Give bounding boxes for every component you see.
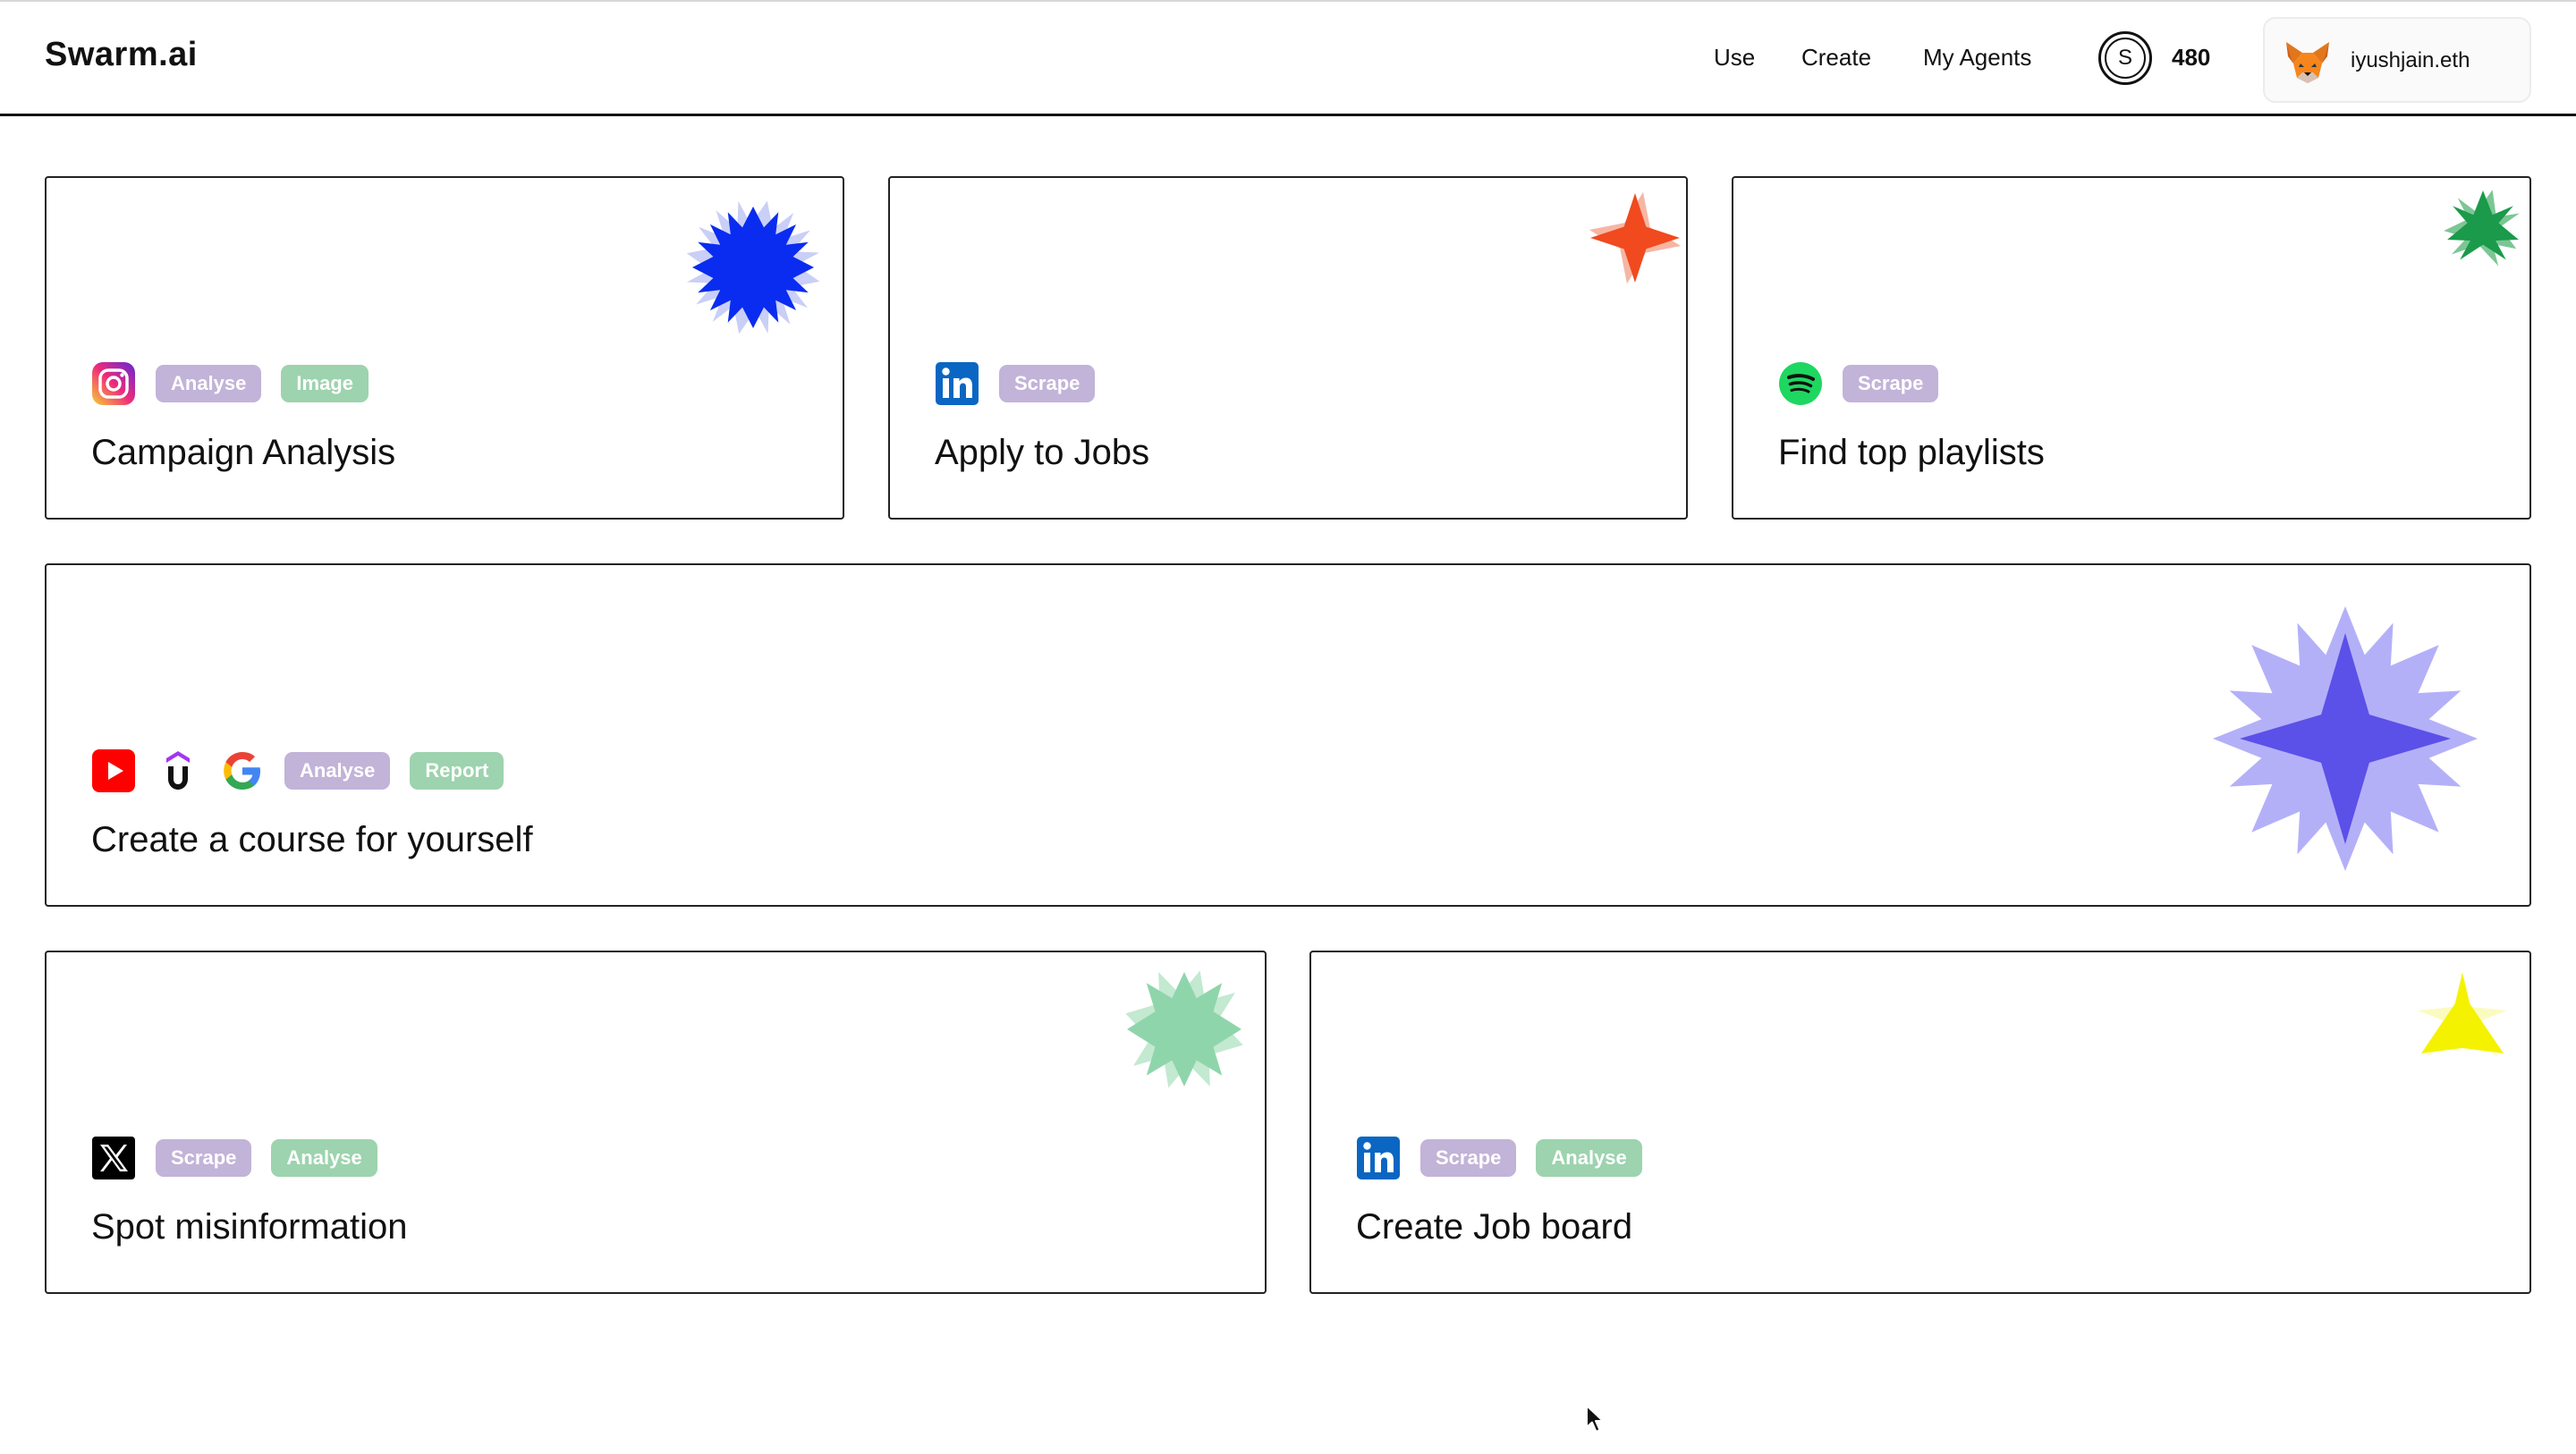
accent-star-icon bbox=[1125, 970, 1243, 1088]
tag-analyse: Analyse bbox=[156, 365, 262, 402]
agent-card-create-job-board[interactable]: Scrape Analyse Create Job board bbox=[1309, 951, 2531, 1294]
tag-analyse: Analyse bbox=[1536, 1139, 1642, 1177]
accent-star-icon bbox=[2418, 971, 2507, 1057]
app-logo[interactable]: Swarm.ai bbox=[45, 36, 198, 74]
nav-my-agents-link[interactable]: My Agents bbox=[1923, 44, 2031, 72]
card-title: Create Job board bbox=[1356, 1207, 1633, 1247]
x-icon bbox=[91, 1136, 136, 1180]
agent-card-apply-to-jobs[interactable]: Scrape Apply to Jobs bbox=[888, 176, 1688, 520]
instagram-icon bbox=[91, 361, 136, 406]
accent-star-icon bbox=[1589, 191, 1682, 284]
credits-symbol: S bbox=[2105, 38, 2146, 79]
tag-scrape: Scrape bbox=[1420, 1139, 1517, 1177]
accent-star-icon bbox=[2213, 606, 2478, 871]
tag-scrape: Scrape bbox=[156, 1139, 252, 1177]
google-icon bbox=[220, 748, 265, 793]
mouse-cursor-icon bbox=[1586, 1405, 1604, 1433]
udemy-icon bbox=[156, 748, 200, 793]
linkedin-icon bbox=[1356, 1136, 1401, 1180]
accent-star-icon bbox=[686, 200, 820, 334]
youtube-icon bbox=[91, 748, 136, 793]
agent-card-campaign-analysis[interactable]: Analyse Image Campaign Analysis bbox=[45, 176, 844, 520]
agent-card-create-a-course[interactable]: Analyse Report Create a course for yours… bbox=[45, 563, 2531, 907]
tag-analyse: Analyse bbox=[284, 752, 391, 790]
card-title: Spot misinformation bbox=[91, 1207, 408, 1247]
credits-coin-icon: S bbox=[2098, 31, 2152, 85]
tag-image: Image bbox=[281, 365, 369, 402]
nav-use-link[interactable]: Use bbox=[1714, 44, 1755, 72]
tag-report: Report bbox=[410, 752, 504, 790]
agent-card-spot-misinformation[interactable]: Scrape Analyse Spot misinformation bbox=[45, 951, 1267, 1294]
card-title: Find top playlists bbox=[1778, 433, 2045, 472]
tag-scrape: Scrape bbox=[1843, 365, 1939, 402]
agent-card-find-top-playlists[interactable]: Scrape Find top playlists bbox=[1732, 176, 2531, 520]
tag-scrape: Scrape bbox=[999, 365, 1096, 402]
credits-balance: 480 bbox=[2172, 44, 2211, 71]
metamask-fox-icon bbox=[2283, 37, 2333, 87]
card-title: Create a course for yourself bbox=[91, 820, 533, 859]
tag-analyse: Analyse bbox=[271, 1139, 377, 1177]
card-title: Campaign Analysis bbox=[91, 433, 396, 472]
wallet-name: iyushjain.eth bbox=[2351, 48, 2470, 72]
linkedin-icon bbox=[935, 361, 979, 406]
top-navbar: Swarm.ai Use Create My Agents S 480 iyus… bbox=[0, 0, 2576, 116]
accent-star-icon bbox=[2444, 190, 2520, 266]
wallet-button[interactable]: iyushjain.eth bbox=[2263, 17, 2531, 103]
spotify-icon bbox=[1778, 361, 1823, 406]
card-title: Apply to Jobs bbox=[935, 433, 1150, 472]
nav-create-link[interactable]: Create bbox=[1801, 44, 1871, 72]
